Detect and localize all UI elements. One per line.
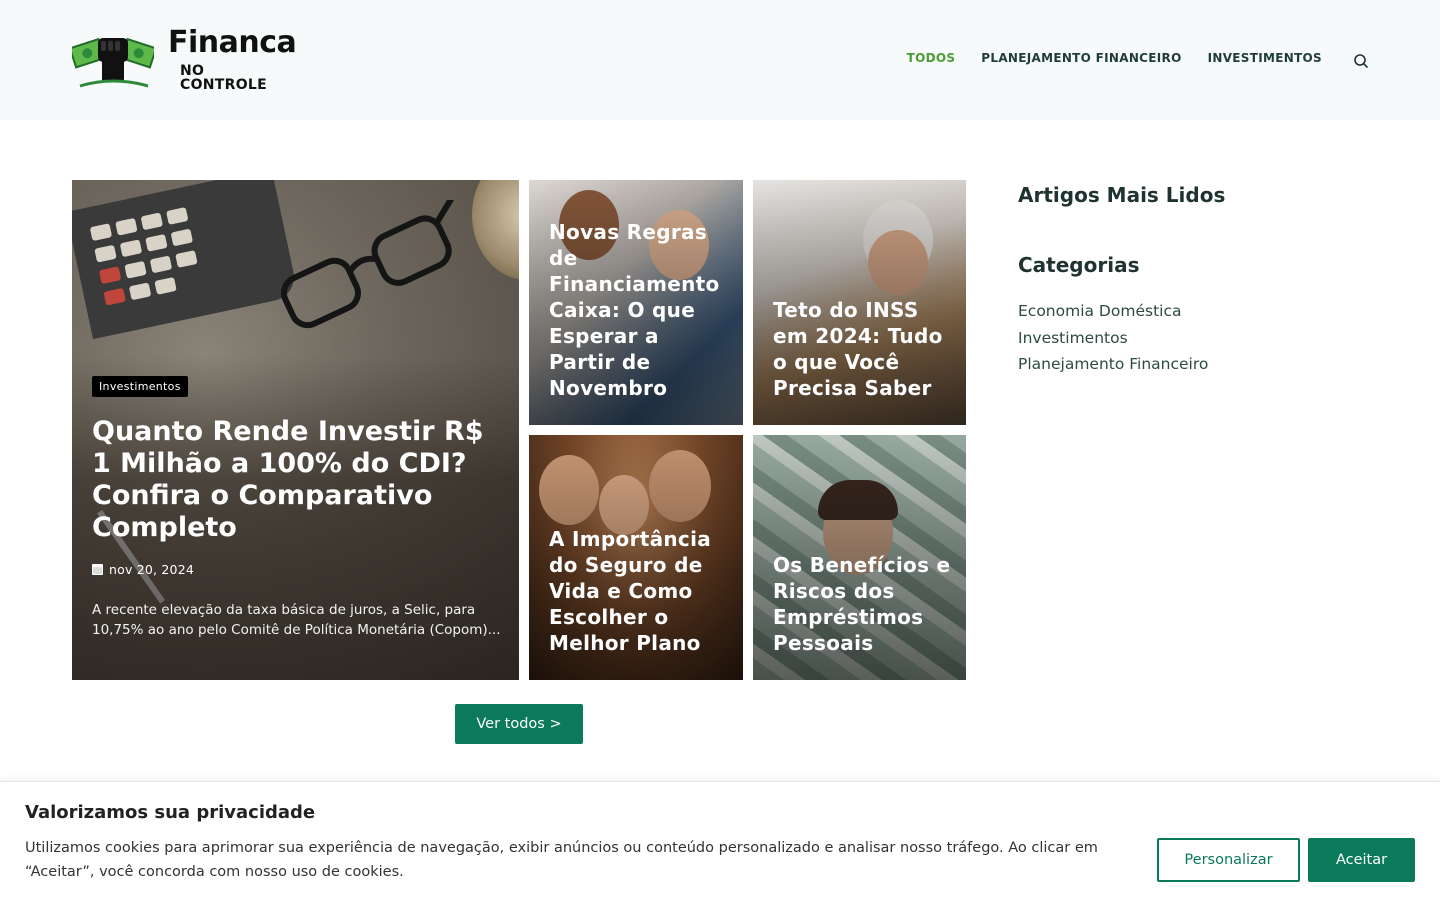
site-header: Financa NO CONTROLE TODOS PLANEJAMENTO F…: [0, 0, 1440, 120]
featured-post-title[interactable]: Quanto Rende Investir R$ 1 Milhão a 100%…: [92, 416, 507, 544]
categories-heading: Categorias: [1018, 253, 1140, 277]
main-nav: TODOS PLANEJAMENTO FINANCEIRO INVESTIMEN…: [907, 51, 1322, 65]
cookie-banner: Valorizamos sua privacidade Utilizamos c…: [0, 781, 1440, 900]
brand-tagline: NO CONTROLE: [180, 63, 268, 93]
post-card[interactable]: A Importância do Seguro de Vida e Como E…: [529, 435, 743, 680]
post-card[interactable]: Novas Regras de Financiamento Caixa: O q…: [529, 180, 743, 425]
post-card[interactable]: Teto do INSS em 2024: Tudo o que Você Pr…: [753, 180, 966, 425]
post-title[interactable]: A Importância do Seguro de Vida e Como E…: [549, 526, 729, 656]
category-link[interactable]: Planejamento Financeiro: [1018, 351, 1208, 378]
category-link[interactable]: Investimentos: [1018, 325, 1208, 352]
category-link[interactable]: Economia Doméstica: [1018, 298, 1208, 325]
nav-item-todos[interactable]: TODOS: [907, 51, 956, 65]
featured-post-excerpt: A recente elevação da taxa básica de jur…: [92, 602, 501, 638]
most-read-heading: Artigos Mais Lidos: [1018, 183, 1226, 207]
post-title[interactable]: Os Benefícios e Riscos dos Empréstimos P…: [773, 552, 952, 656]
search-icon[interactable]: [1352, 52, 1370, 70]
category-badge[interactable]: Investimentos: [92, 376, 188, 397]
cookie-text: Utilizamos cookies para aprimorar sua ex…: [25, 840, 1098, 880]
post-title[interactable]: Teto do INSS em 2024: Tudo o que Você Pr…: [773, 297, 952, 401]
fist-money-logo-icon: [68, 28, 158, 92]
site-logo[interactable]: Financa NO CONTROLE: [68, 25, 297, 93]
post-card[interactable]: Os Benefícios e Riscos dos Empréstimos P…: [753, 435, 966, 680]
post-date: nov 20, 2024: [92, 562, 194, 577]
cookie-title: Valorizamos sua privacidade: [25, 802, 316, 823]
view-all-button[interactable]: Ver todos >: [455, 704, 583, 744]
calendar-icon: [92, 564, 103, 575]
accept-button[interactable]: Aceitar: [1308, 838, 1415, 882]
brand-name: Financa: [168, 25, 297, 60]
nav-item-planejamento-financeiro[interactable]: PLANEJAMENTO FINANCEIRO: [981, 51, 1181, 65]
nav-item-investimentos[interactable]: INVESTIMENTOS: [1208, 51, 1322, 65]
post-title[interactable]: Novas Regras de Financiamento Caixa: O q…: [549, 219, 729, 401]
category-list: Economia Doméstica Investimentos Planeja…: [1018, 298, 1208, 378]
customize-button[interactable]: Personalizar: [1157, 838, 1300, 882]
post-date-text: nov 20, 2024: [109, 562, 195, 577]
